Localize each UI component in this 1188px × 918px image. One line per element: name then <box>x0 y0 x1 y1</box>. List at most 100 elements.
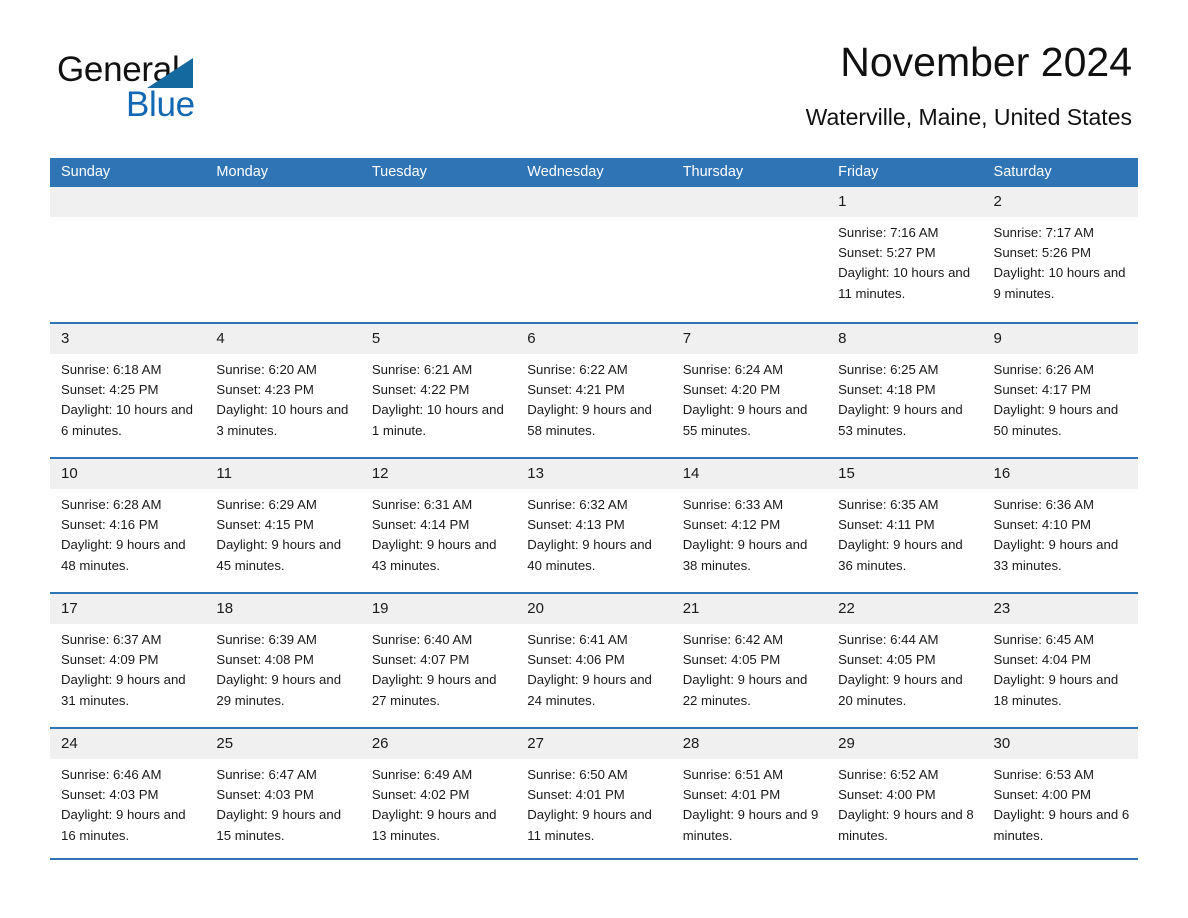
day-info: Sunrise: 6:41 AM Sunset: 4:06 PM Dayligh… <box>516 624 671 711</box>
day-number-band: 2 <box>982 187 1138 217</box>
day-cell[interactable]: 6 Sunrise: 6:22 AM Sunset: 4:21 PM Dayli… <box>516 324 672 457</box>
day-cell[interactable]: 14 Sunrise: 6:33 AM Sunset: 4:12 PM Dayl… <box>671 459 828 592</box>
day-cell[interactable]: 24 Sunrise: 6:46 AM Sunset: 4:03 PM Dayl… <box>50 729 206 862</box>
sunrise-text: Sunrise: 6:28 AM <box>61 497 162 512</box>
day-cell[interactable]: 23 Sunrise: 6:45 AM Sunset: 4:04 PM Dayl… <box>982 594 1138 727</box>
day-cell[interactable]: 13 Sunrise: 6:32 AM Sunset: 4:13 PM Dayl… <box>516 459 672 592</box>
day-cell[interactable]: 29 Sunrise: 6:52 AM Sunset: 4:00 PM Dayl… <box>827 729 983 862</box>
day-cell[interactable]: 30 Sunrise: 6:53 AM Sunset: 4:00 PM Dayl… <box>982 729 1138 862</box>
daylight-text: Daylight: 9 hours and 13 minutes. <box>371 807 497 843</box>
day-cell[interactable]: 12 Sunrise: 6:31 AM Sunset: 4:14 PM Dayl… <box>360 459 517 592</box>
day-cell[interactable] <box>516 187 672 322</box>
daylight-text: Daylight: 9 hours and 45 minutes. <box>216 537 342 573</box>
day-number: 5 <box>371 330 381 347</box>
day-cell[interactable]: 9 Sunrise: 6:26 AM Sunset: 4:17 PM Dayli… <box>982 324 1138 457</box>
day-cell[interactable]: 25 Sunrise: 6:47 AM Sunset: 4:03 PM Dayl… <box>205 729 361 862</box>
day-cell[interactable] <box>50 187 206 322</box>
sunrise-text: Sunrise: 6:47 AM <box>216 767 317 782</box>
day-info <box>672 217 827 223</box>
day-cell[interactable] <box>671 187 828 322</box>
day-cell[interactable]: 1 Sunrise: 7:16 AM Sunset: 5:27 PM Dayli… <box>827 187 983 322</box>
calendar-page: General Blue November 2024 Waterville, M… <box>0 0 1188 918</box>
day-cell[interactable]: 16 Sunrise: 6:36 AM Sunset: 4:10 PM Dayl… <box>982 459 1138 592</box>
calendar-bottom-rule <box>50 858 1138 860</box>
day-number-band: 1 <box>827 187 983 217</box>
day-cell[interactable]: 22 Sunrise: 6:44 AM Sunset: 4:05 PM Dayl… <box>827 594 983 727</box>
day-info <box>516 217 671 223</box>
sunset-text: Sunset: 4:22 PM <box>371 382 470 398</box>
day-number: 17 <box>61 600 78 617</box>
sunset-text: Sunset: 4:17 PM <box>993 382 1092 398</box>
day-number-band: 24 <box>50 729 206 759</box>
day-number-band: 22 <box>827 594 983 624</box>
day-cell[interactable]: 3 Sunrise: 6:18 AM Sunset: 4:25 PM Dayli… <box>50 324 206 457</box>
daylight-text: Daylight: 9 hours and 6 minutes. <box>993 807 1130 843</box>
day-number: 21 <box>682 600 700 617</box>
day-cell[interactable]: 5 Sunrise: 6:21 AM Sunset: 4:22 PM Dayli… <box>360 324 517 457</box>
day-number: 2 <box>993 193 1002 210</box>
sunset-text: Sunset: 4:12 PM <box>682 517 781 533</box>
day-number-band: 19 <box>360 594 517 624</box>
sunrise-text: Sunrise: 6:29 AM <box>216 497 317 512</box>
daylight-text: Daylight: 9 hours and 9 minutes. <box>682 807 819 843</box>
day-cell[interactable] <box>205 187 361 322</box>
day-cell[interactable]: 7 Sunrise: 6:24 AM Sunset: 4:20 PM Dayli… <box>671 324 828 457</box>
day-cell[interactable]: 4 Sunrise: 6:20 AM Sunset: 4:23 PM Dayli… <box>205 324 361 457</box>
day-number-band <box>671 187 828 217</box>
daylight-text: Daylight: 9 hours and 31 minutes. <box>61 672 186 708</box>
day-cell[interactable]: 15 Sunrise: 6:35 AM Sunset: 4:11 PM Dayl… <box>827 459 983 592</box>
sunset-text: Sunset: 4:16 PM <box>61 517 159 533</box>
day-number-band: 29 <box>827 729 983 759</box>
day-info: Sunrise: 6:50 AM Sunset: 4:01 PM Dayligh… <box>516 759 671 846</box>
day-info: Sunrise: 6:46 AM Sunset: 4:03 PM Dayligh… <box>50 759 205 846</box>
day-info: Sunrise: 6:37 AM Sunset: 4:09 PM Dayligh… <box>50 624 205 711</box>
day-number-band: 18 <box>205 594 361 624</box>
sunrise-text: Sunrise: 6:18 AM <box>61 362 162 377</box>
day-number: 18 <box>216 600 234 617</box>
day-info: Sunrise: 6:31 AM Sunset: 4:14 PM Dayligh… <box>361 489 516 576</box>
day-number-band <box>360 187 517 217</box>
day-cell[interactable]: 17 Sunrise: 6:37 AM Sunset: 4:09 PM Dayl… <box>50 594 206 727</box>
day-cell[interactable]: 21 Sunrise: 6:42 AM Sunset: 4:05 PM Dayl… <box>671 594 828 727</box>
day-number: 29 <box>838 735 855 752</box>
day-cell[interactable]: 19 Sunrise: 6:40 AM Sunset: 4:07 PM Dayl… <box>360 594 517 727</box>
day-number: 24 <box>61 735 78 752</box>
sunrise-text: Sunrise: 6:26 AM <box>993 362 1094 377</box>
logo-text-blue: Blue <box>126 85 195 124</box>
sunset-text: Sunset: 4:02 PM <box>371 787 470 803</box>
sunrise-text: Sunrise: 6:50 AM <box>527 767 628 782</box>
day-number: 8 <box>838 330 847 347</box>
page-title: November 2024 <box>840 39 1132 85</box>
day-cell[interactable]: 10 Sunrise: 6:28 AM Sunset: 4:16 PM Dayl… <box>50 459 206 592</box>
sunset-text: Sunset: 4:20 PM <box>682 382 781 398</box>
day-cell[interactable]: 11 Sunrise: 6:29 AM Sunset: 4:15 PM Dayl… <box>205 459 361 592</box>
day-cell[interactable]: 8 Sunrise: 6:25 AM Sunset: 4:18 PM Dayli… <box>827 324 983 457</box>
day-cell[interactable]: 27 Sunrise: 6:50 AM Sunset: 4:01 PM Dayl… <box>516 729 672 862</box>
day-cell[interactable]: 26 Sunrise: 6:49 AM Sunset: 4:02 PM Dayl… <box>360 729 517 862</box>
sunrise-text: Sunrise: 6:52 AM <box>838 767 939 782</box>
day-info: Sunrise: 6:51 AM Sunset: 4:01 PM Dayligh… <box>672 759 827 846</box>
daylight-text: Daylight: 9 hours and 8 minutes. <box>838 807 974 843</box>
week-row: 24 Sunrise: 6:46 AM Sunset: 4:03 PM Dayl… <box>50 727 1138 862</box>
day-info <box>361 217 516 223</box>
sunset-text: Sunset: 4:00 PM <box>838 787 936 803</box>
day-number-band <box>205 187 361 217</box>
day-cell[interactable]: 2 Sunrise: 7:17 AM Sunset: 5:26 PM Dayli… <box>982 187 1138 322</box>
sunrise-text: Sunrise: 6:20 AM <box>216 362 317 377</box>
day-info: Sunrise: 6:45 AM Sunset: 4:04 PM Dayligh… <box>983 624 1138 711</box>
daylight-text: Daylight: 10 hours and 9 minutes. <box>993 265 1126 301</box>
sunrise-text: Sunrise: 6:51 AM <box>682 767 784 782</box>
sunset-text: Sunset: 4:00 PM <box>993 787 1092 803</box>
page-header: General Blue November 2024 Waterville, M… <box>0 34 1188 146</box>
day-info: Sunrise: 6:36 AM Sunset: 4:10 PM Dayligh… <box>983 489 1138 576</box>
day-info: Sunrise: 6:42 AM Sunset: 4:05 PM Dayligh… <box>672 624 827 711</box>
day-cell[interactable]: 28 Sunrise: 6:51 AM Sunset: 4:01 PM Dayl… <box>671 729 828 862</box>
day-cell[interactable]: 18 Sunrise: 6:39 AM Sunset: 4:08 PM Dayl… <box>205 594 361 727</box>
day-cell[interactable] <box>360 187 517 322</box>
sunrise-text: Sunrise: 6:24 AM <box>682 362 784 377</box>
day-number-band: 13 <box>516 459 672 489</box>
day-number-band <box>516 187 672 217</box>
daylight-text: Daylight: 9 hours and 58 minutes. <box>527 402 652 438</box>
day-cell[interactable]: 20 Sunrise: 6:41 AM Sunset: 4:06 PM Dayl… <box>516 594 672 727</box>
weekday-header-sunday: Sunday <box>61 164 111 180</box>
